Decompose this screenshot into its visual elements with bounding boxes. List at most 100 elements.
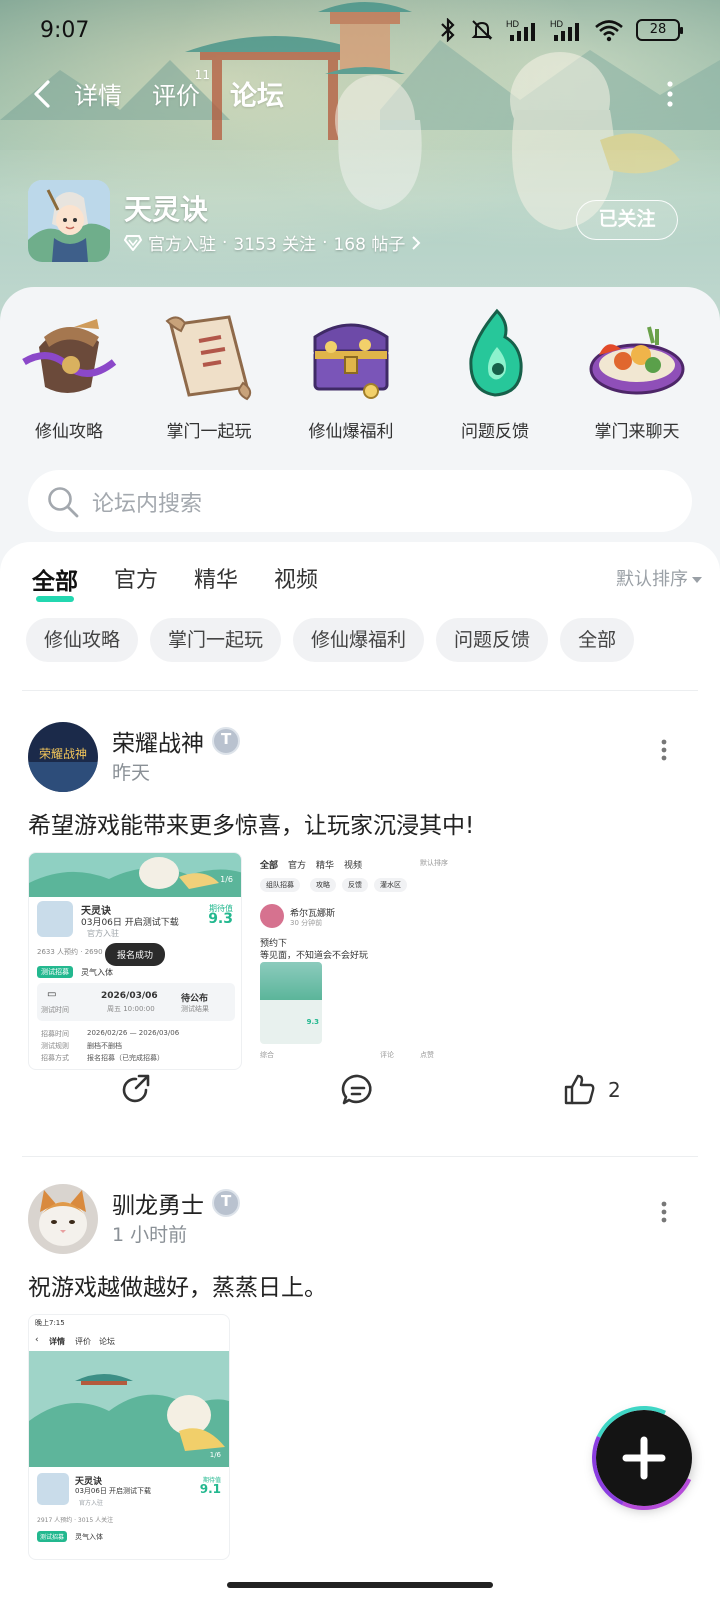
- guide-bag-icon: [22, 319, 117, 393]
- post-more-icon[interactable]: [660, 738, 668, 762]
- forum-info: 天灵诀 官方入驻 · 3153 关注 · 168 帖子 已关注: [28, 180, 692, 264]
- post-time: 昨天: [112, 762, 151, 784]
- verified-diamond-icon: [124, 234, 142, 251]
- feed-tab-featured[interactable]: 精华: [194, 562, 238, 596]
- author-name: 驯龙勇士: [112, 1193, 204, 1219]
- level-badge-icon: [212, 727, 240, 755]
- forum-stats[interactable]: 官方入驻 · 3153 关注 · 168 帖子: [124, 230, 421, 255]
- thumb-tag: 测试招募: [37, 1531, 68, 1542]
- category-label: 修仙攻略: [35, 422, 103, 442]
- hd-signal-icon: HD: [506, 19, 535, 41]
- category-feedback[interactable]: 问题反馈: [430, 307, 560, 442]
- create-post-button[interactable]: [596, 1410, 692, 1506]
- thumb-date-line: 03月06日 开启测试下载: [75, 1487, 152, 1495]
- thumb-pending: 待公布: [181, 994, 209, 1004]
- chevron-right-icon: [412, 235, 421, 250]
- search-placeholder: 论坛内搜索: [92, 492, 203, 517]
- post-item[interactable]: 驯龙勇士 1 小时前 祝游戏越做越好，蒸蒸日上。 晚上7:15 ‹ 详情 评价 …: [0, 1184, 720, 1600]
- category-play-together[interactable]: 掌门一起玩: [144, 307, 274, 442]
- post-image[interactable]: 全部 官方 精华 视频 默认排序 组队招募 攻略 反馈 灌水区 希尔瓦娜斯 30…: [252, 852, 466, 1070]
- hd-signal-icon: HD: [550, 19, 579, 41]
- tab-reviews[interactable]: 评价 11: [152, 68, 210, 111]
- level-badge-icon: [212, 1189, 240, 1217]
- like-count: 2: [608, 1078, 621, 1102]
- mini-tab: 论坛: [99, 1337, 115, 1346]
- official-label: 官方入驻: [148, 235, 216, 255]
- feed-tab-all[interactable]: 全部: [32, 562, 78, 602]
- svg-text:HD: HD: [550, 19, 563, 29]
- share-button[interactable]: [118, 1072, 154, 1108]
- sort-dropdown[interactable]: 默认排序: [616, 565, 702, 591]
- game-character-art: [28, 180, 110, 262]
- row-value: 删档不删档: [87, 1042, 122, 1050]
- thumb-tag-text: 灵气入体: [75, 1533, 103, 1541]
- thumbs-up-icon: [564, 1074, 595, 1105]
- mini-chip: 反馈: [342, 878, 368, 892]
- chip-guide[interactable]: 修仙攻略: [26, 618, 139, 662]
- post-author[interactable]: 荣耀战神: [112, 724, 240, 758]
- back-arrow-icon[interactable]: [26, 76, 62, 112]
- thumb-pending-sub: 测试结果: [181, 1005, 209, 1013]
- more-options-icon[interactable]: [660, 78, 680, 110]
- banner-art: [29, 853, 241, 897]
- mini-comment: 评论: [380, 1051, 394, 1059]
- mini-chip: 组队招募: [260, 878, 300, 892]
- post-item[interactable]: 荣耀战神 荣耀战神 昨天 希望游戏能带来更多惊喜，让玩家沉浸其中! 1/6 天灵…: [0, 722, 720, 1142]
- avatar[interactable]: 荣耀战神: [28, 722, 98, 792]
- sort-label: 默认排序: [616, 569, 688, 590]
- mini-time: 30 分钟前: [290, 919, 323, 927]
- category-guide[interactable]: 修仙攻略: [4, 307, 134, 442]
- search-input[interactable]: 论坛内搜索: [28, 470, 692, 532]
- food-plate-icon: [589, 326, 685, 395]
- nav-tabs: 详情 评价 11 论坛: [74, 68, 286, 113]
- bluetooth-icon: [441, 18, 455, 42]
- feed-tabs: 全部 官方 精华 视频: [32, 562, 318, 602]
- chip-welfare[interactable]: 修仙爆福利: [293, 618, 425, 662]
- thumb-date-sub: 测试时间: [41, 1006, 69, 1014]
- comment-button[interactable]: [340, 1072, 376, 1108]
- post-text: 祝游戏越做越好，蒸蒸日上。: [28, 1275, 327, 1301]
- tab-details[interactable]: 详情: [74, 76, 122, 111]
- thumb-official: 官方入驻: [79, 1500, 104, 1507]
- post-image[interactable]: 1/6 天灵诀 03月06日 开启测试下载 官方入驻 期待值 9.3 2633 …: [28, 852, 242, 1070]
- post-more-icon[interactable]: [660, 1200, 668, 1224]
- category-welfare[interactable]: 修仙爆福利: [286, 307, 416, 442]
- category-label: 掌门一起玩: [166, 422, 252, 442]
- posts-count: 168 帖子: [333, 235, 406, 255]
- like-button[interactable]: 2: [562, 1072, 621, 1108]
- post-author[interactable]: 驯龙勇士: [112, 1186, 240, 1220]
- mini-footer: 综合: [260, 1051, 274, 1059]
- search-icon: [48, 487, 79, 518]
- author-name: 荣耀战神: [112, 731, 204, 757]
- caret-down-icon: [692, 577, 702, 583]
- game-avatar[interactable]: [28, 180, 110, 262]
- mini-tab: 详情: [49, 1337, 65, 1346]
- mini-tab: 评价: [75, 1337, 91, 1346]
- post-image[interactable]: 晚上7:15 ‹ 详情 评价 论坛 1/6 天灵诀 03月06日 开启测试下载 …: [28, 1314, 230, 1560]
- forum-title: 天灵诀: [124, 193, 209, 226]
- mini-like: 点赞: [420, 1051, 434, 1059]
- followers-count: 3153 关注: [233, 235, 317, 255]
- green-flame-icon: [469, 308, 523, 397]
- avatar[interactable]: [28, 1184, 98, 1254]
- mini-tab: 视频: [344, 861, 363, 871]
- chip-play-together[interactable]: 掌门一起玩: [150, 618, 282, 662]
- mini-sort: 默认排序: [420, 859, 448, 867]
- home-indicator[interactable]: [227, 1582, 493, 1588]
- reviews-count-badge: 11: [194, 68, 210, 82]
- row-value: 2026/02/26 — 2026/03/06: [87, 1029, 180, 1037]
- chip-all[interactable]: 全部: [560, 618, 635, 662]
- feed-tab-video[interactable]: 视频: [274, 562, 318, 596]
- category-chat[interactable]: 掌门来聊天: [572, 307, 702, 442]
- mini-tab: 官方: [288, 861, 307, 871]
- game-avatar: [37, 1473, 69, 1505]
- chip-feedback[interactable]: 问题反馈: [436, 618, 549, 662]
- mini-line: 等见面，不知道会不会好玩: [260, 951, 369, 961]
- divider: [22, 690, 698, 691]
- category-label: 掌门来聊天: [594, 422, 680, 442]
- tab-forum[interactable]: 论坛: [228, 74, 286, 113]
- separator: ·: [222, 232, 228, 253]
- feed-tab-official[interactable]: 官方: [114, 562, 158, 596]
- treasure-chest-icon: [313, 323, 389, 399]
- follow-button[interactable]: 已关注: [576, 200, 678, 240]
